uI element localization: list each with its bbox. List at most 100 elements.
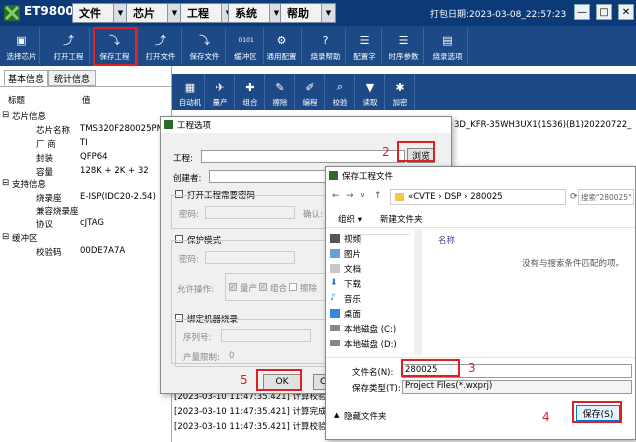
log-line: [2023-03-10 11:47:35.421] 计算完成, [174,407,330,417]
tree-group-label: 支持信息 [12,180,47,190]
program-button[interactable]: ✐ 编程 [296,74,325,110]
up-icon[interactable]: ↑ [374,191,382,201]
production-button[interactable]: ✈ 量产 [206,74,235,110]
production-checkbox[interactable]: ✓ [229,283,237,291]
tree-row: 厂 商 TI [0,138,172,151]
search-input[interactable]: 搜索"280025" [578,189,634,205]
close-button[interactable]: ✕ [618,4,634,20]
nav-item-documents[interactable]: 文档 [344,263,361,275]
open-file-button[interactable]: ⤴ 打开文件 [140,28,182,64]
burn-options-button[interactable]: ▤ 烧录选项 [428,28,468,64]
op-label: 校验 [332,98,348,107]
config-word-button[interactable]: ☰ 配置字 [348,28,382,64]
combine-button[interactable]: ✚ 组合 [236,74,265,110]
nav-item-music[interactable]: 音乐 [344,293,361,305]
auto-icon: ▦ [184,81,196,94]
erase-button[interactable]: ✎ 擦除 [266,74,295,110]
nav-item-drive-c[interactable]: 本地磁盘 (C:) [344,323,396,335]
row-value: 128K + 2K + 32 [80,166,149,176]
new-folder-button[interactable]: 新建文件夹 [380,213,423,225]
back-icon[interactable]: ← [332,191,340,201]
app-logo-icon [4,5,20,21]
maximize-button[interactable]: □ [596,4,612,20]
forward-icon[interactable]: → [346,191,354,201]
tree-group[interactable]: ⊟ 支持信息 [0,178,172,191]
project-label: 工程: [173,154,193,164]
annotation-number: 4 [542,410,550,424]
app-logo-icon [164,120,173,129]
dialog-title-text: 工程选项 [177,121,212,131]
combine-checkbox[interactable]: ✓ [259,283,267,291]
verify-button[interactable]: ⌕ 校验 [326,74,355,110]
tab-stats[interactable]: 统计信息 [48,70,96,86]
chevron-down-icon[interactable]: ∨ [360,191,365,199]
music-icon: ♪ [330,293,336,303]
chevron-up-icon[interactable]: ▲ [334,411,339,419]
column-name-header[interactable]: 名称 [438,234,455,246]
tree-group-label: 缓冲区 [12,234,38,244]
collapse-icon[interactable]: ⊟ [2,110,9,120]
menu-system[interactable]: 系统 ▼ [228,3,284,23]
menu-help[interactable]: 帮助 ▼ [280,3,336,23]
timing-params-button[interactable]: ☰ 时序参数 [384,28,424,64]
hide-folders-toggle[interactable]: 隐藏文件夹 [344,410,387,422]
options-icon: ▤ [442,34,453,47]
highlight-box [572,401,622,423]
organize-button[interactable]: 组织 ▾ [338,213,362,225]
breadcrumb-sep: › [435,192,445,202]
refresh-icon[interactable]: ⟳ [570,192,578,202]
limit-value: 0 [229,351,235,361]
collapse-icon[interactable]: ⊟ [2,178,9,188]
menu-file[interactable]: 文件 ▼ [72,3,128,23]
row-value: 00DE7A7A [80,246,126,256]
row-value: QFP64 [80,152,108,162]
tree-group-label: 芯片信息 [12,112,47,122]
serial-input[interactable] [221,329,311,342]
buffer-button[interactable]: 0101 缓冲区 [228,28,264,64]
select-chip-button[interactable]: ▣ 选择芯片 [4,28,40,64]
menu-chip[interactable]: 芯片 ▼ [126,3,182,23]
tree-group[interactable]: ⊟ 缓冲区 [0,232,172,245]
nav-item-pictures[interactable]: 图片 [344,248,361,260]
toolbar-label: 烧录选项 [432,52,463,61]
auto-button[interactable]: ▦ 自动机 [176,74,205,110]
tree-row: 烧录座 E-ISP(IDC20-2.54) [0,192,172,205]
project-path-input[interactable] [201,150,405,163]
tab-basic-info[interactable]: 基本信息 [4,70,48,86]
open-project-button[interactable]: ⤴ 打开工程 [48,28,90,64]
gear-icon: ⚙ [276,34,287,47]
nav-item-downloads[interactable]: 下载 [344,278,361,290]
address-bar[interactable]: « CVTE › DSP › 280025 [390,189,566,205]
filetype-select[interactable]: Project Files(*.wxprj) [402,380,632,394]
program-icon: ✐ [305,81,315,94]
breadcrumb-item[interactable]: CVTE [413,192,435,202]
erase-icon: ✎ [275,81,285,94]
picture-icon [330,249,340,258]
save-file-button[interactable]: ⤵ 保存文件 [184,28,226,64]
save-file-icon: ⤵ [199,34,210,47]
nav-item-video[interactable]: 视频 [344,233,361,245]
op-label: 编程 [302,98,318,107]
read-button[interactable]: ▼ 读取 [356,74,385,110]
breadcrumb-item[interactable]: 280025 [470,192,502,202]
divider [326,227,635,228]
protect-password-input[interactable] [205,251,295,264]
row-key: 兼容烧录座 [36,207,79,217]
general-config-button[interactable]: ⚙ 通用配置 [262,28,302,64]
project-info: 3D_KFR-35WH3UX1(1S36)(B1)20220722_ [454,120,632,130]
left-panel: 基本信息 统计信息 标题值 ⊟ 芯片信息 芯片名称 TMS320F280025PN … [0,66,172,442]
encrypt-button[interactable]: ✱ 加密 [386,74,415,110]
row-value: TI [80,138,88,148]
tree-group[interactable]: ⊟ 芯片信息 [0,110,172,123]
nav-scrollbar[interactable] [414,229,422,355]
row-key: 厂 商 [36,140,56,150]
erase-checkbox[interactable] [289,283,297,291]
breadcrumb-item[interactable]: DSP [444,192,461,202]
burn-help-button[interactable]: ? 烧录帮助 [306,28,346,64]
nav-item-desktop[interactable]: 桌面 [344,308,361,320]
minimize-button[interactable]: — [574,4,590,20]
nav-item-drive-d[interactable]: 本地磁盘 (D:) [344,338,397,350]
password-input[interactable] [205,206,295,219]
collapse-icon[interactable]: ⊟ [2,232,9,242]
filename-label: 文件名(N): [352,368,394,378]
